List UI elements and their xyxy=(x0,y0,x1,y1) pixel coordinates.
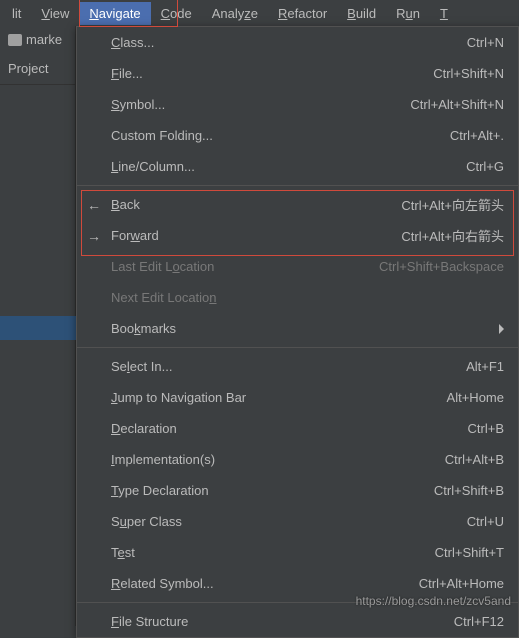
left-item-marke[interactable]: marke xyxy=(0,26,75,53)
navigate-dropdown: Class... Ctrl+N File... Ctrl+Shift+N Sym… xyxy=(76,26,519,638)
menu-edit[interactable]: lit xyxy=(2,2,31,25)
arrow-left-icon: ← xyxy=(87,197,111,213)
menu-item-line-column[interactable]: Line/Column... Ctrl+G xyxy=(77,151,518,182)
separator xyxy=(77,347,518,348)
shortcut: Ctrl+Alt+B xyxy=(445,452,504,467)
selection-strip xyxy=(0,316,76,340)
menu-label: Bookmarks xyxy=(111,321,491,336)
menu-label: Super Class xyxy=(111,514,467,529)
separator xyxy=(77,185,518,186)
menu-navigate[interactable]: Navigate xyxy=(79,2,150,25)
menu-run[interactable]: Run xyxy=(386,2,430,25)
arrow-right-icon: → xyxy=(87,228,111,244)
menubar: lit View Navigate Code Analyze Refactor … xyxy=(0,0,519,26)
menu-item-next-edit: Next Edit Location xyxy=(77,282,518,313)
shortcut: Ctrl+F12 xyxy=(454,614,504,629)
menu-tools[interactable]: T xyxy=(430,2,458,25)
project-tab-label: Project xyxy=(8,61,48,76)
menu-label: Declaration xyxy=(111,421,468,436)
menu-label: File... xyxy=(111,66,433,81)
menu-label: Symbol... xyxy=(111,97,410,112)
menu-label: Select In... xyxy=(111,359,466,374)
shortcut: Ctrl+Alt+Shift+N xyxy=(410,97,504,112)
menu-label: Custom Folding... xyxy=(111,128,450,143)
menu-item-test[interactable]: Test Ctrl+Shift+T xyxy=(77,537,518,568)
watermark: https://blog.csdn.net/zcv5and xyxy=(356,594,511,608)
shortcut: Ctrl+Shift+N xyxy=(433,66,504,81)
shortcut: Ctrl+U xyxy=(467,514,504,529)
shortcut: Ctrl+Shift+B xyxy=(434,483,504,498)
shortcut: Ctrl+N xyxy=(467,35,504,50)
menu-view[interactable]: View xyxy=(31,2,79,25)
project-tab[interactable]: Project xyxy=(0,53,75,85)
menu-label: Class... xyxy=(111,35,467,50)
shortcut: Ctrl+Alt+. xyxy=(450,128,504,143)
menu-analyze[interactable]: Analyze xyxy=(202,2,268,25)
menu-item-last-edit: Last Edit Location Ctrl+Shift+Backspace xyxy=(77,251,518,282)
left-item-label: marke xyxy=(26,32,62,47)
menu-item-symbol[interactable]: Symbol... Ctrl+Alt+Shift+N xyxy=(77,89,518,120)
shortcut: Ctrl+Shift+Backspace xyxy=(379,259,504,274)
menu-item-file[interactable]: File... Ctrl+Shift+N xyxy=(77,58,518,89)
menu-label: Back xyxy=(111,197,401,212)
shortcut: Ctrl+G xyxy=(466,159,504,174)
menu-label: Last Edit Location xyxy=(111,259,379,274)
menu-item-implementations[interactable]: Implementation(s) Ctrl+Alt+B xyxy=(77,444,518,475)
menu-item-type-declaration[interactable]: Type Declaration Ctrl+Shift+B xyxy=(77,475,518,506)
menu-build[interactable]: Build xyxy=(337,2,386,25)
menu-item-bookmarks[interactable]: Bookmarks xyxy=(77,313,518,344)
menu-label: Next Edit Location xyxy=(111,290,504,305)
menu-label: Test xyxy=(111,545,435,560)
menu-label: Implementation(s) xyxy=(111,452,445,467)
menu-item-back[interactable]: ← Back Ctrl+Alt+向左箭头 xyxy=(77,189,518,220)
menu-item-declaration[interactable]: Declaration Ctrl+B xyxy=(77,413,518,444)
menu-label: Line/Column... xyxy=(111,159,466,174)
shortcut: Alt+Home xyxy=(447,390,504,405)
chevron-right-icon xyxy=(499,324,504,334)
menu-refactor[interactable]: Refactor xyxy=(268,2,337,25)
shortcut: Ctrl+B xyxy=(468,421,504,436)
menu-label: Jump to Navigation Bar xyxy=(111,390,447,405)
shortcut: Ctrl+Alt+向左箭头 xyxy=(401,195,504,214)
shortcut: Ctrl+Alt+向右箭头 xyxy=(401,226,504,245)
shortcut: Ctrl+Shift+T xyxy=(435,545,504,560)
menu-item-file-structure[interactable]: File Structure Ctrl+F12 xyxy=(77,606,518,637)
menu-label: Related Symbol... xyxy=(111,576,419,591)
menu-item-forward[interactable]: → Forward Ctrl+Alt+向右箭头 xyxy=(77,220,518,251)
menu-item-class[interactable]: Class... Ctrl+N xyxy=(77,27,518,58)
menu-item-select-in[interactable]: Select In... Alt+F1 xyxy=(77,351,518,382)
menu-label: Type Declaration xyxy=(111,483,434,498)
folder-icon xyxy=(8,34,22,46)
menu-item-super-class[interactable]: Super Class Ctrl+U xyxy=(77,506,518,537)
shortcut: Ctrl+Alt+Home xyxy=(419,576,504,591)
menu-item-custom-folding[interactable]: Custom Folding... Ctrl+Alt+. xyxy=(77,120,518,151)
menu-item-jump-nav-bar[interactable]: Jump to Navigation Bar Alt+Home xyxy=(77,382,518,413)
menu-label: Forward xyxy=(111,228,401,243)
menu-code[interactable]: Code xyxy=(151,2,202,25)
shortcut: Alt+F1 xyxy=(466,359,504,374)
menu-label: File Structure xyxy=(111,614,454,629)
